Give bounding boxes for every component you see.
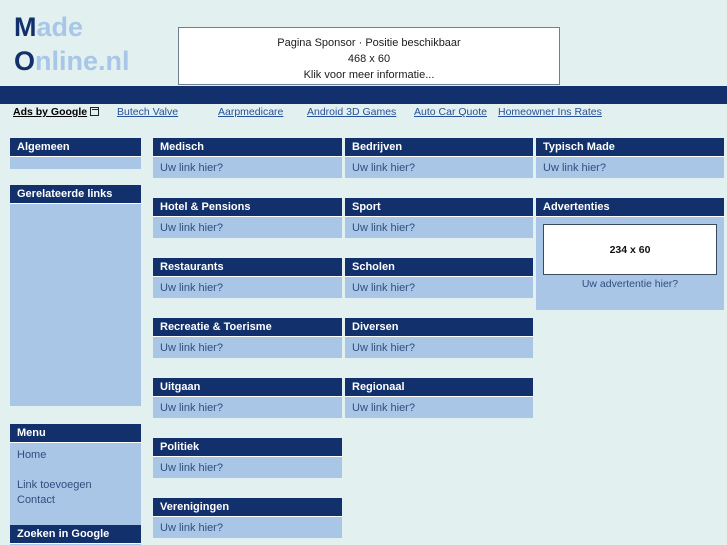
sidebar-item-link-toevoegen[interactable]: Link toevoegen: [17, 478, 134, 493]
category-title: Regionaal: [345, 378, 533, 397]
category-title: Bedrijven: [345, 138, 533, 157]
ad-link-3[interactable]: Android 3D Games: [307, 106, 396, 118]
logo-cap-o: O: [14, 46, 36, 76]
ads-by-google-label[interactable]: Ads by Google: [13, 106, 100, 118]
sidebar-panel-menu: Menu Home Link toevoegen Contact: [10, 424, 141, 533]
sidebar-gerelateerde-body: [10, 204, 141, 406]
category-panel-regionaal: Regionaal Uw link hier?: [345, 378, 533, 418]
category-link-placeholder[interactable]: Uw link hier?: [160, 462, 223, 474]
sponsor-line-3: Klik voor meer informatie...: [303, 69, 435, 81]
category-link-placeholder[interactable]: Uw link hier?: [160, 402, 223, 414]
sidebar-algemeen-body: [10, 157, 141, 169]
category-link-placeholder[interactable]: Uw link hier?: [352, 222, 415, 234]
sidebar-panel-algemeen: Algemeen: [10, 138, 141, 169]
google-ads-navy-bar: [0, 86, 727, 104]
ad-link-1[interactable]: Butech Valve: [117, 106, 178, 118]
logo-rest-online: nline.nl: [35, 46, 130, 76]
category-panel-diversen: Diversen Uw link hier?: [345, 318, 533, 358]
sidebar-gerelateerde-title: Gerelateerde links: [10, 185, 141, 204]
category-panel-uitgaan: Uitgaan Uw link hier?: [153, 378, 342, 418]
category-body: Uw link hier?: [153, 157, 342, 178]
ad-link-4[interactable]: Auto Car Quote: [414, 106, 487, 118]
ad-link-2[interactable]: Aarpmedicare: [218, 106, 283, 118]
advertenties-caption[interactable]: Uw advertentie hier?: [543, 275, 717, 294]
category-title: Restaurants: [153, 258, 342, 277]
category-link-placeholder[interactable]: Uw link hier?: [352, 162, 415, 174]
category-body: Uw link hier?: [345, 217, 533, 238]
category-link-placeholder[interactable]: Uw link hier?: [352, 342, 415, 354]
logo-rest-ade: ade: [36, 12, 84, 42]
page-root: Made Online.nl Pagina Sponsor · Positie …: [0, 0, 727, 545]
category-link-placeholder[interactable]: Uw link hier?: [160, 282, 223, 294]
category-title: Scholen: [345, 258, 533, 277]
category-body: Uw link hier?: [345, 157, 533, 178]
category-link-placeholder[interactable]: Uw link hier?: [352, 402, 415, 414]
category-title: Hotel & Pensions: [153, 198, 342, 217]
category-title: Politiek: [153, 438, 342, 457]
sidebar-menu-body: Home Link toevoegen Contact: [10, 443, 141, 533]
category-title: Diversen: [345, 318, 533, 337]
sidebar-item-contact[interactable]: Contact: [17, 493, 134, 508]
ad-slot-234x60[interactable]: 234 x 60: [543, 224, 717, 275]
category-panel-politiek: Politiek Uw link hier?: [153, 438, 342, 478]
category-body: Uw link hier?: [153, 217, 342, 238]
category-link-placeholder[interactable]: Uw link hier?: [160, 342, 223, 354]
sidebar-menu-title: Menu: [10, 424, 141, 443]
category-title: Verenigingen: [153, 498, 342, 517]
category-body: Uw link hier?: [153, 517, 342, 538]
sidebar-panel-zoeken-in-google: Zoeken in Google: [10, 525, 141, 545]
category-panel-verenigingen: Verenigingen Uw link hier?: [153, 498, 342, 538]
category-body: Uw link hier?: [153, 457, 342, 478]
menu-spacer: [17, 463, 134, 478]
category-panel-restaurants: Restaurants Uw link hier?: [153, 258, 342, 298]
site-header: Made Online.nl Pagina Sponsor · Positie …: [0, 0, 727, 86]
category-body: Uw link hier?: [345, 277, 533, 298]
category-title: Recreatie & Toerisme: [153, 318, 342, 337]
category-title: Sport: [345, 198, 533, 217]
category-panel-scholen: Scholen Uw link hier?: [345, 258, 533, 298]
category-body: Uw link hier?: [345, 397, 533, 418]
advertenties-title: Advertenties: [536, 198, 724, 217]
google-ads-links-row: Ads by Google Butech Valve Aarpmedicare …: [0, 104, 727, 122]
category-panel-recreatie-toerisme: Recreatie & Toerisme Uw link hier?: [153, 318, 342, 358]
category-panel-hotel-pensions: Hotel & Pensions Uw link hier?: [153, 198, 342, 238]
category-title: Typisch Made: [536, 138, 724, 157]
logo-cap-m: M: [14, 12, 37, 42]
category-title: Medisch: [153, 138, 342, 157]
sidebar-algemeen-title: Algemeen: [10, 138, 141, 157]
category-panel-medisch: Medisch Uw link hier?: [153, 138, 342, 178]
category-body: Uw link hier?: [153, 277, 342, 298]
category-panel-sport: Sport Uw link hier?: [345, 198, 533, 238]
category-title: Uitgaan: [153, 378, 342, 397]
category-body: Uw link hier?: [153, 397, 342, 418]
sidebar-zoeken-title: Zoeken in Google: [10, 525, 141, 544]
category-link-placeholder[interactable]: Uw link hier?: [160, 522, 223, 534]
category-link-placeholder[interactable]: Uw link hier?: [543, 162, 606, 174]
sidebar-panel-gerelateerde-links: Gerelateerde links: [10, 185, 141, 406]
sidebar-item-home[interactable]: Home: [17, 448, 134, 463]
sponsor-line-2: 468 x 60: [347, 53, 391, 65]
advertenties-panel: Advertenties 234 x 60 Uw advertentie hie…: [536, 198, 724, 310]
sponsor-line-1: Pagina Sponsor · Positie beschikbaar: [277, 37, 461, 49]
category-link-placeholder[interactable]: Uw link hier?: [160, 222, 223, 234]
advertenties-body: 234 x 60 Uw advertentie hier?: [536, 217, 724, 310]
category-body: Uw link hier?: [153, 337, 342, 358]
category-body: Uw link hier?: [345, 337, 533, 358]
sponsor-banner[interactable]: Pagina Sponsor · Positie beschikbaar 468…: [178, 27, 560, 85]
category-panel-bedrijven: Bedrijven Uw link hier?: [345, 138, 533, 178]
category-body: Uw link hier?: [536, 157, 724, 178]
external-link-icon: [90, 107, 100, 116]
category-link-placeholder[interactable]: Uw link hier?: [160, 162, 223, 174]
site-logo[interactable]: Made Online.nl: [14, 10, 130, 78]
category-link-placeholder[interactable]: Uw link hier?: [352, 282, 415, 294]
category-panel-typisch-made: Typisch Made Uw link hier?: [536, 138, 724, 178]
ad-link-5[interactable]: Homeowner Ins Rates: [498, 106, 602, 118]
